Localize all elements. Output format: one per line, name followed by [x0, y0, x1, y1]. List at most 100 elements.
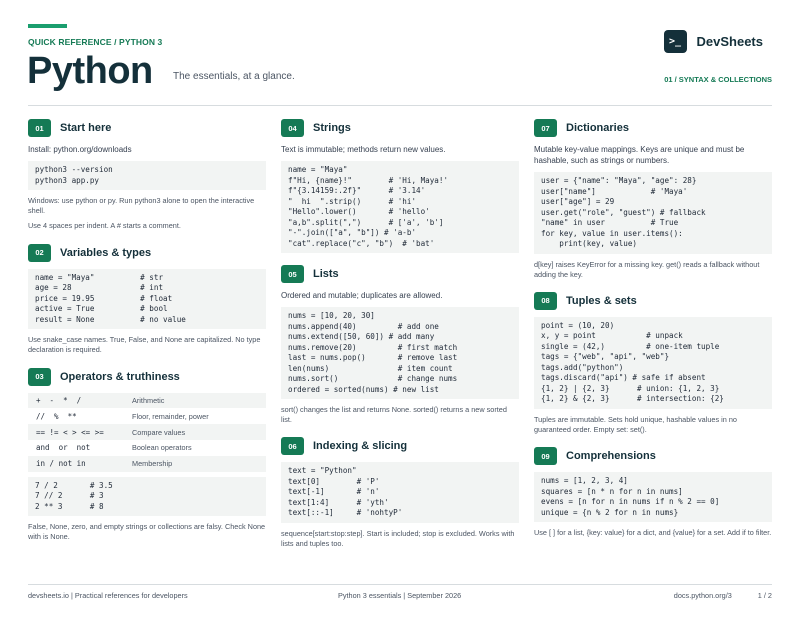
note: sequence[start:stop:step]. Start is incl… — [281, 528, 515, 549]
code-line: user.get("role", "guest") # fallback — [541, 207, 706, 217]
footer-center: Python 3 essentials | September 2026 — [338, 591, 462, 600]
section-title: Dictionaries — [566, 122, 629, 134]
code-line: for key, value in user.items(): — [541, 228, 683, 238]
code-line: unique = {n % 2 for n in nums} — [541, 507, 679, 517]
code-line: price = 19.95 # float — [35, 293, 173, 303]
code-block: text = "Python" text[0] # 'P' text[-1] # '… — [281, 462, 519, 523]
eyebrow: QUICK REFERENCE / PYTHON 3 — [28, 37, 163, 47]
section-title: Strings — [313, 122, 351, 134]
brand-name: DevSheets — [696, 34, 763, 49]
code-line: active = True # bool — [35, 304, 168, 314]
operator-description: Compare values — [132, 427, 186, 437]
section-number: 04 — [281, 119, 304, 137]
section-number: 07 — [534, 119, 557, 137]
section-number: 01 — [28, 119, 51, 137]
code-block: name = "Maya" # str age = 28 # int price =… — [28, 268, 266, 330]
docs-link[interactable]: docs.python.org/3 — [674, 591, 732, 600]
code-block: python3 --version python3 app.py — [28, 161, 266, 190]
code-line: tags.add("python") — [541, 362, 624, 372]
section-number: 06 — [281, 437, 304, 456]
code-line: {1, 2} | {2, 3} # union: {1, 2, 3} — [541, 383, 720, 393]
code-line: name = "Maya" # str — [35, 272, 164, 282]
code-line: age = 28 # int — [35, 283, 164, 293]
note: sort() changes the list and returns None… — [281, 405, 507, 425]
code-line: last = nums.pop() # remove last — [288, 353, 458, 362]
section-tuples-sets: 08 Tuples & sets point = (10, 20) x, y = … — [534, 291, 772, 435]
code-line: result = None # no value — [35, 314, 186, 324]
section-title: Comprehensions — [566, 450, 656, 463]
section-operators: 03 Operators & truthiness + - * / Arithm… — [28, 367, 266, 543]
note: Use snake_case names. True, False, and N… — [28, 335, 261, 355]
code-line: text = "Python" — [288, 466, 357, 476]
install-text: Install: python.org/downloads — [28, 145, 132, 154]
code-line: user["name"] # 'Maya' — [541, 186, 688, 196]
section-variables: 02 Variables & types name = "Maya" # str… — [28, 243, 266, 356]
section-tag: 01 / SYNTAX & COLLECTIONS — [664, 75, 772, 84]
section-number: 09 — [534, 447, 557, 466]
table-row: in / not in Membership — [28, 455, 266, 472]
code-block: 7 / 2 # 3.5 7 // 2 # 32 ** 3 # 8 — [28, 476, 266, 516]
section-number: 03 — [28, 367, 51, 386]
code-line: f"{3.14159:.2f}" # '3.14' — [288, 186, 426, 195]
table-row: + - * / Arithmetic — [28, 392, 266, 409]
code-line: text[-1] # 'n' — [288, 487, 380, 497]
code-line: user["age"] = 29 — [541, 197, 615, 206]
operator-description: Arithmetic — [132, 395, 165, 405]
code-line: point = (10, 20) — [541, 320, 615, 330]
note: Tuples are immutable. Sets hold unique, … — [534, 414, 737, 435]
table-row: // % ** Floor, remainder, power — [28, 408, 266, 424]
section-number: 05 — [281, 265, 304, 283]
code-line: squares = [n * n for n in nums] — [541, 486, 683, 496]
code-line: name = "Maya" — [288, 165, 348, 174]
terminal-icon: >_ — [663, 30, 687, 53]
code-line: 2 ** 3 # 8 — [35, 501, 104, 511]
section-title: Operators & truthiness — [60, 370, 180, 383]
code-block: user = {"name": "Maya", "age": 28} user["… — [534, 172, 772, 254]
section-start: 01 Start here Install: python.org/downlo… — [28, 118, 266, 232]
code-line: nums = [10, 20, 30] — [288, 311, 375, 320]
column-2: 04 Strings Text is immutable; methods re… — [281, 118, 519, 560]
code-block: nums = [10, 20, 30] nums.append(40) # add… — [281, 307, 519, 399]
column-1: 01 Start here Install: python.org/downlo… — [28, 118, 266, 553]
section-lists: 05 Lists Ordered and mutable; duplicates… — [281, 264, 519, 425]
code-line: {1, 2} & {2, 3} # intersection: {2} — [541, 394, 724, 404]
operator-description: Membership — [132, 459, 173, 469]
code-line: "-".join(["a", "b"]) # 'a-b' — [288, 228, 417, 237]
note: Use [ ] for a list, {key: value} for a d… — [534, 528, 772, 538]
section-strings: 04 Strings Text is immutable; methods re… — [281, 118, 519, 253]
code-block: nums = [1, 2, 3, 4] squares = [n * n for … — [534, 472, 772, 523]
operator-table: + - * / Arithmetic // % ** Floor, remain… — [28, 392, 266, 472]
section-intro: Text is immutable; methods return new va… — [281, 145, 446, 154]
code-line: nums.append(40) # add one — [288, 321, 439, 331]
code-line: user = {"name": "Maya", "age": 28} — [541, 176, 697, 185]
operator-symbols: // % ** — [36, 411, 77, 421]
operator-symbols: == != < > <= >= — [36, 427, 104, 437]
section-title: Variables & types — [60, 246, 152, 259]
code-line: "Hello".lower() # 'hello' — [288, 207, 430, 216]
code-line: " hi ".strip() # 'hi' — [288, 196, 417, 206]
code-line: nums.extend([50, 60]) # add many — [288, 332, 435, 341]
note: d[key] raises KeyError for a missing key… — [534, 259, 760, 279]
section-comprehensions: 09 Comprehensions nums = [1, 2, 3, 4] squ… — [534, 446, 772, 538]
code-line: nums.sort() # change nums — [288, 374, 458, 383]
code-line: ordered = sorted(nums) # new list — [288, 384, 439, 394]
page-number: 1 / 2 — [757, 591, 772, 600]
page-title: Python — [27, 50, 153, 92]
table-row: == != < > <= >= Compare values — [28, 424, 266, 440]
code-line: 7 / 2 # 3.5 — [35, 480, 113, 490]
footer-divider — [28, 584, 772, 585]
note: False, None, zero, and empty strings or … — [28, 522, 266, 542]
code-line: python3 --version — [35, 165, 113, 174]
section-intro: Ordered and mutable; duplicates are allo… — [281, 291, 443, 300]
note: Windows: use python or py. Run python3 a… — [28, 196, 255, 216]
header-divider — [28, 105, 772, 106]
section-title: Indexing & slicing — [313, 440, 408, 453]
operator-symbols: + - * / — [36, 395, 82, 405]
code-line: text[1:4] # 'yth' — [288, 497, 389, 507]
code-line: print(key, value) — [541, 239, 638, 248]
section-indexing: 06 Indexing & slicing text = "Python" tex… — [281, 436, 519, 549]
note: Use 4 spaces per indent. A # starts a co… — [28, 221, 181, 231]
footer-right: docs.python.org/3 1 / 2 — [674, 591, 772, 600]
code-line: 7 // 2 # 3 — [35, 491, 104, 500]
code-line: tags = {"web", "api", "web"} — [541, 352, 670, 362]
